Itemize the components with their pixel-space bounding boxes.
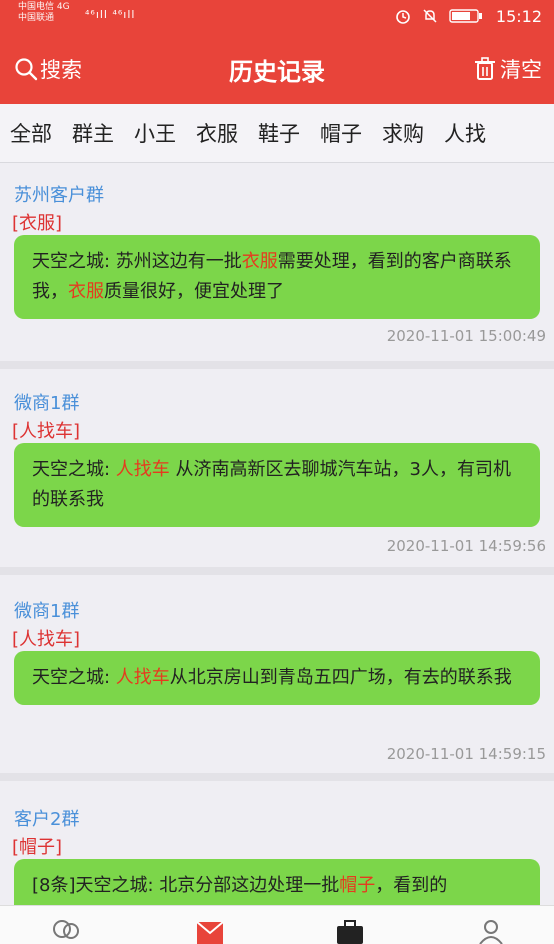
list-item[interactable]: 微商1群 [人找车] 天空之城: 人找车 从济南高新区去聊城汽车站，3人，有司机… xyxy=(0,369,554,575)
carrier-2: 中国联通 xyxy=(18,13,55,23)
tab-ride-search[interactable]: 人找 xyxy=(434,118,496,148)
keyword-tag: [帽子] xyxy=(12,837,63,858)
group-name: 客户2群 xyxy=(14,809,80,830)
carrier-info: 中国电信 4G 中国联通 xyxy=(18,2,70,24)
keyword-tag: [人找车] xyxy=(12,421,81,442)
user-icon[interactable] xyxy=(477,918,505,944)
clear-button[interactable]: 清空 xyxy=(474,54,542,84)
list-item[interactable]: 苏州客户群 [衣服] 天空之城: 苏州这边有一批衣服需要处理，看到的客户商联系我… xyxy=(0,163,554,369)
app-header: 搜索 历史记录 清空 xyxy=(0,34,554,104)
carrier-1: 中国电信 4G xyxy=(18,2,70,12)
message-bubble: 天空之城: 人找车从北京房山到青岛五四广场，有去的联系我 xyxy=(14,651,540,705)
tab-group-owner[interactable]: 群主 xyxy=(62,118,124,148)
message-bubble: 天空之城: 苏州这边有一批衣服需要处理，看到的客户商联系我，衣服质量很好，便宜处… xyxy=(14,235,540,319)
message-time: 2020-11-01 14:59:15 xyxy=(386,745,546,763)
mute-icon xyxy=(423,9,437,23)
bottom-tab-bar xyxy=(0,905,554,944)
keyword-tag: [人找车] xyxy=(12,629,81,650)
tab-all[interactable]: 全部 xyxy=(0,118,62,148)
chat-bubbles-icon[interactable] xyxy=(52,918,80,944)
trash-icon xyxy=(475,57,495,80)
tab-clothes[interactable]: 衣服 xyxy=(186,118,248,148)
tab-xiaowang[interactable]: 小王 xyxy=(124,118,186,148)
battery-icon xyxy=(449,9,482,23)
group-name: 微商1群 xyxy=(14,601,80,622)
message-time: 2020-11-01 14:59:56 xyxy=(386,537,546,555)
group-name: 苏州客户群 xyxy=(14,185,104,206)
tab-purchase[interactable]: 求购 xyxy=(372,118,434,148)
page-title: 历史记录 xyxy=(229,58,325,86)
history-list: 苏州客户群 [衣服] 天空之城: 苏州这边有一批衣服需要处理，看到的客户商联系我… xyxy=(0,163,554,943)
alarm-icon xyxy=(395,10,410,24)
status-time: 15:12 xyxy=(495,7,542,26)
list-item[interactable]: 微商1群 [人找车] 天空之城: 人找车从北京房山到青岛五四广场，有去的联系我 … xyxy=(0,575,554,781)
category-tabs: 全部 群主 小王 衣服 鞋子 帽子 求购 人找 xyxy=(0,104,554,163)
signal-icon: ⁴⁶ıll ⁴⁶ıll xyxy=(85,8,136,21)
status-bar: 中国电信 4G 中国联通 ⁴⁶ıll ⁴⁶ıll 15:12 xyxy=(0,0,554,34)
message-bubble: 天空之城: 人找车 从济南高新区去聊城汽车站，3人，有司机的联系我 xyxy=(14,443,540,527)
mail-icon[interactable] xyxy=(196,918,224,944)
status-right: 15:12 xyxy=(395,7,542,26)
clear-label: 清空 xyxy=(500,58,542,82)
tab-hats[interactable]: 帽子 xyxy=(310,118,372,148)
keyword-tag: [衣服] xyxy=(12,213,63,234)
briefcase-icon[interactable] xyxy=(336,918,364,944)
group-name: 微商1群 xyxy=(14,393,80,414)
message-time: 2020-11-01 15:00:49 xyxy=(386,327,546,345)
tab-shoes[interactable]: 鞋子 xyxy=(248,118,310,148)
